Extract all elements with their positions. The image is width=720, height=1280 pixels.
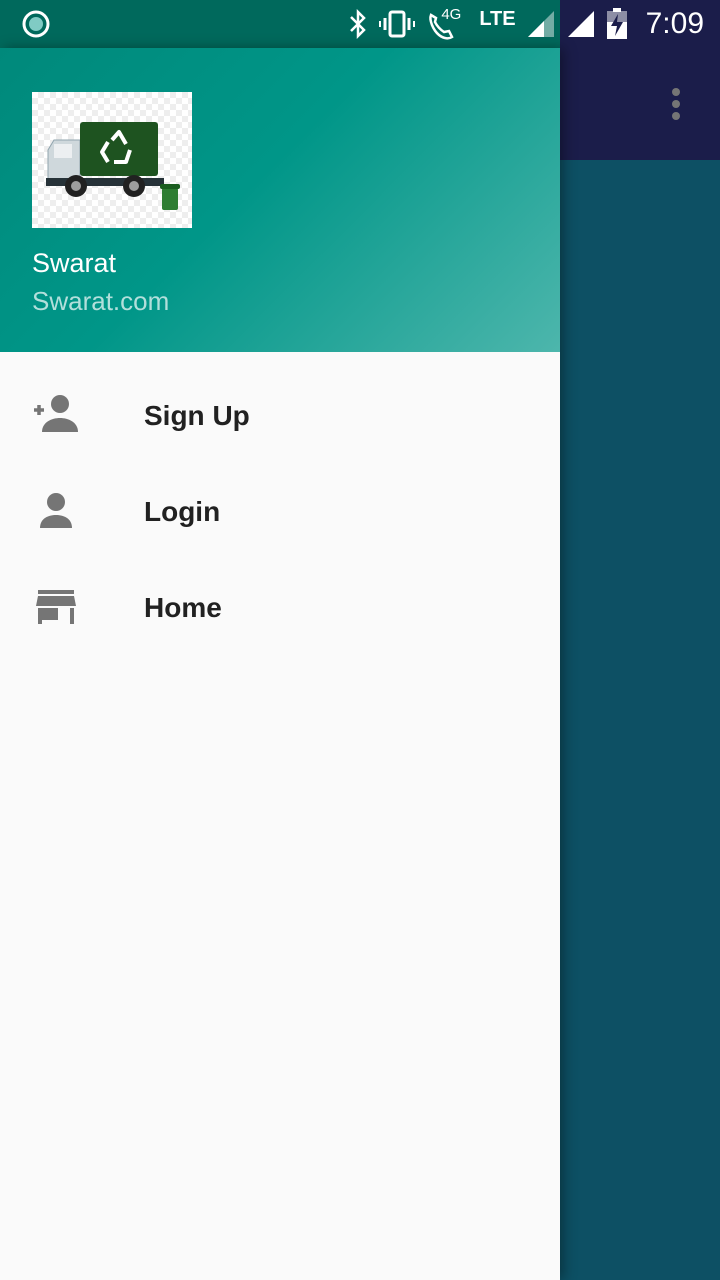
signal-icon (527, 11, 554, 37)
store-icon (36, 590, 76, 624)
signal-icon (567, 11, 594, 37)
person-icon (40, 493, 72, 528)
recycling-truck-logo (32, 92, 192, 228)
lte-label: LTE (479, 7, 516, 30)
more-vert-icon[interactable] (656, 80, 696, 128)
vibrate-icon (379, 10, 416, 38)
menu-item-home[interactable]: Home (0, 560, 560, 656)
menu-label-home: Home (144, 592, 222, 623)
status-icons: 4G LTE 7:09 (347, 0, 704, 48)
wifi-call-icon: 4G (425, 4, 469, 44)
status-time: 7:09 (645, 7, 704, 40)
drawer-header: Swarat Swarat.com (0, 48, 560, 352)
menu-label-sign-up: Sign Up (144, 400, 250, 431)
bluetooth-icon (350, 9, 367, 39)
menu-item-login[interactable]: Login (0, 464, 560, 560)
navigation-drawer: Swarat Swarat.com Sign Up Login Home (0, 48, 560, 1280)
header-website: Swarat.com (32, 286, 170, 316)
battery-charging-icon (606, 8, 627, 39)
header-name: Swarat (32, 248, 117, 278)
status-bar: 4G LTE 7:09 (0, 0, 720, 48)
network-type-label: 4G (441, 6, 462, 23)
menu-item-sign-up[interactable]: Sign Up (0, 368, 560, 464)
menu-label-login: Login (144, 496, 221, 527)
person-add-icon (34, 395, 78, 432)
drawer-menu: Sign Up Login Home (0, 368, 560, 656)
app-notification-icon (22, 10, 50, 38)
